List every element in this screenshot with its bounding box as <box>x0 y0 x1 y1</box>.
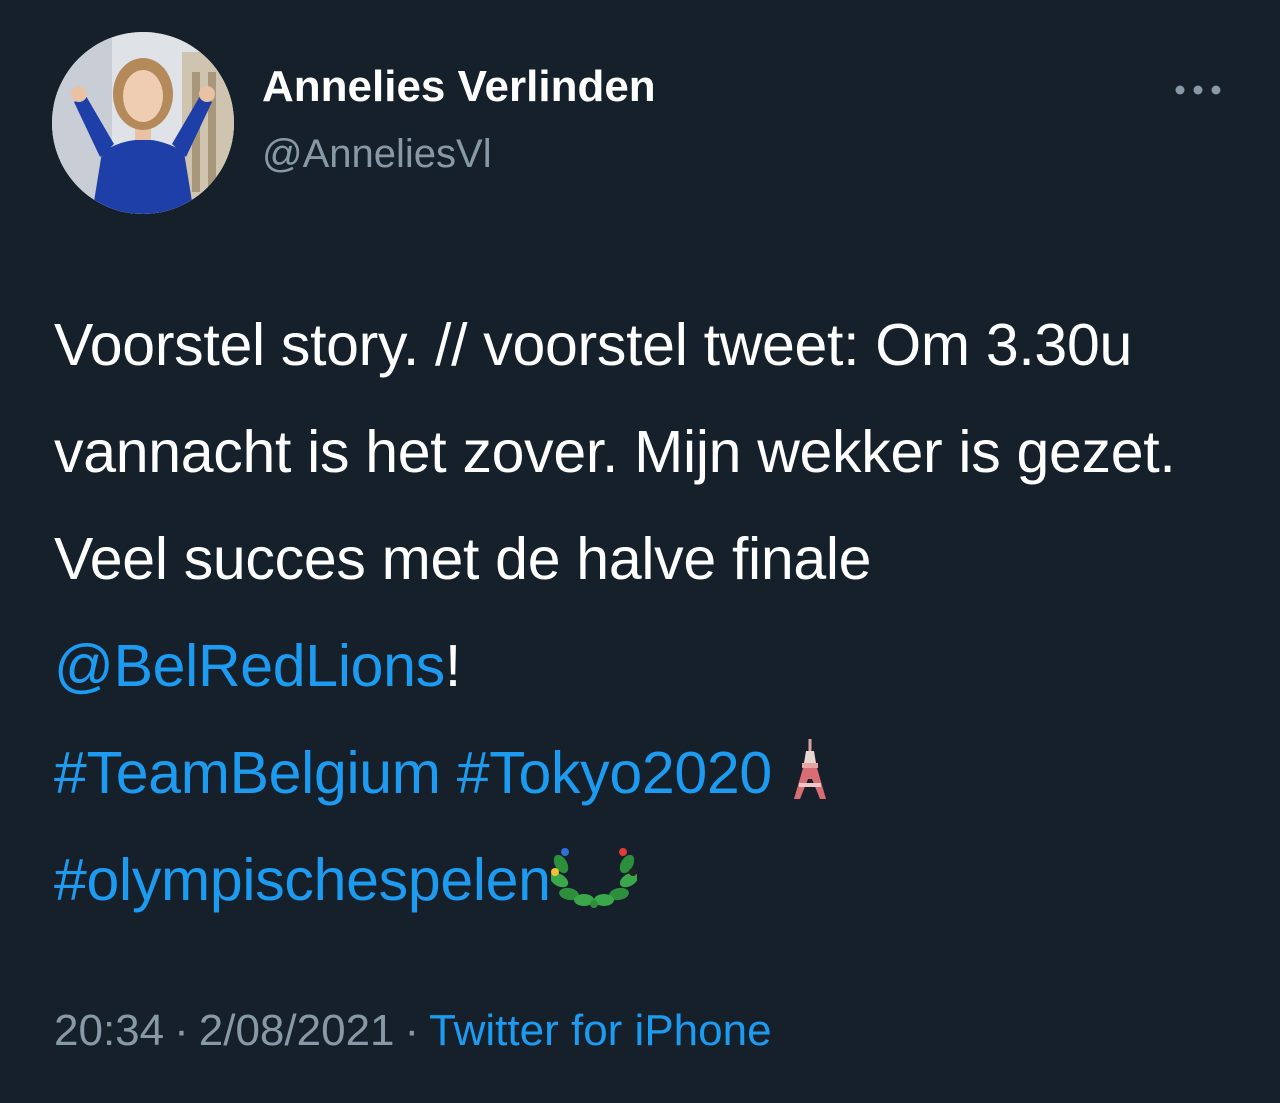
tokyo-tower-emoji <box>788 739 832 801</box>
more-button[interactable] <box>1166 70 1230 110</box>
laurel-wreath-emoji <box>550 842 637 908</box>
tweet-source-link[interactable]: Twitter for iPhone <box>429 1006 771 1055</box>
hashtag-link-teambelgium[interactable]: #TeamBelgium <box>54 740 441 806</box>
tweet-text: Voorstel story. // voorstel tweet: Om 3.… <box>54 292 1244 934</box>
meta-separator: · <box>404 1006 420 1055</box>
tweet-text-punctuation: ! <box>444 633 461 699</box>
tweet-text-body: Voorstel story. // voorstel tweet: Om 3.… <box>54 312 1176 592</box>
avatar[interactable] <box>52 32 234 214</box>
avatar-photo <box>52 32 234 214</box>
author-name[interactable]: Annelies Verlinden <box>262 62 656 112</box>
tweet-date: 2/08/2021 <box>198 1006 395 1055</box>
meta-separator: · <box>174 1006 189 1055</box>
author-handle[interactable]: @AnneliesVl <box>262 132 492 177</box>
tweet-meta: 20:34 · 2/08/2021 · Twitter for iPhone <box>54 1006 772 1056</box>
tweet-card: Annelies Verlinden @AnneliesVl Voorstel … <box>0 0 1280 1103</box>
hashtag-link-tokyo2020[interactable]: #Tokyo2020 <box>457 740 773 806</box>
tweet-time: 20:34 <box>54 1006 165 1055</box>
mention-link[interactable]: @BelRedLions <box>54 633 445 699</box>
hashtag-link-olympischespelen[interactable]: #olympischespelen <box>54 847 551 913</box>
more-horizontal-icon <box>1175 85 1221 95</box>
